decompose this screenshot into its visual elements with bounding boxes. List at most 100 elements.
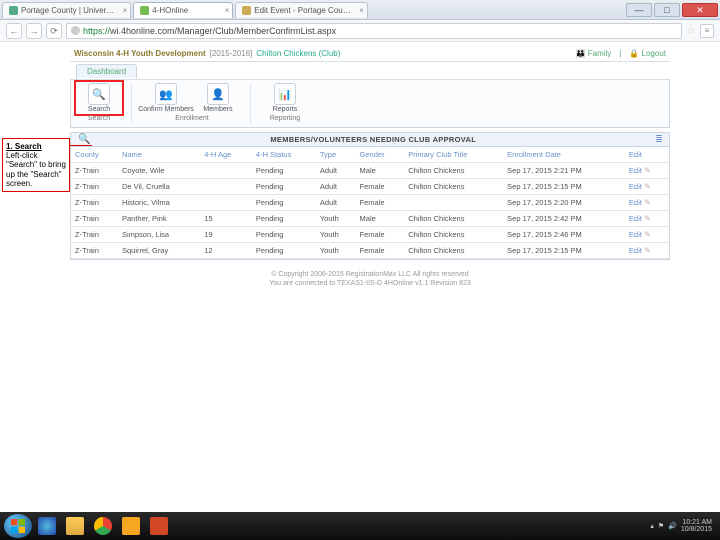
- tab-label: Edit Event - Portage Cou…: [254, 6, 351, 15]
- chrome-menu-icon[interactable]: ≡: [700, 24, 714, 38]
- cell-club: Chilton Chickens: [404, 227, 503, 243]
- tab-dashboard[interactable]: Dashboard: [76, 64, 137, 79]
- pencil-icon: ✎: [642, 214, 651, 223]
- ribbon-label: Reports: [273, 106, 298, 113]
- address-bar-row: ← → ⟳ https:// wi.4honline.com/Manager/C…: [0, 20, 720, 42]
- col-type[interactable]: Type: [316, 147, 356, 163]
- system-clock[interactable]: 10:21 AM 10/8/2015: [681, 519, 712, 533]
- nav-forward-button[interactable]: →: [26, 23, 42, 39]
- edit-link[interactable]: Edit ✎: [629, 214, 651, 223]
- chart-icon: 📊: [274, 83, 296, 105]
- ribbon-members-button[interactable]: 👤 Members: [196, 83, 240, 113]
- bookmark-star-icon[interactable]: ☆: [686, 24, 696, 37]
- tab-close-icon[interactable]: ×: [359, 6, 364, 15]
- tray-up-icon[interactable]: ▴: [650, 522, 654, 530]
- footer-copyright: © Copyright 2006-2015 RegistrationMax LL…: [70, 270, 670, 279]
- cell-county: Z-Train: [71, 227, 118, 243]
- edit-link[interactable]: Edit ✎: [629, 166, 651, 175]
- cell-club: Chilton Chickens: [404, 179, 503, 195]
- logout-link[interactable]: 🔒 Logout: [629, 49, 666, 58]
- chrome-extension-icons: ≡: [700, 24, 714, 38]
- taskbar-chrome[interactable]: [90, 514, 116, 538]
- cell-status: Pending: [252, 211, 316, 227]
- cell-gender: Female: [356, 227, 405, 243]
- cell-status: Pending: [252, 227, 316, 243]
- ribbon-group-label: Reporting: [270, 115, 300, 122]
- col-gender[interactable]: Gender: [356, 147, 405, 163]
- cell-edit: Edit ✎: [625, 227, 669, 243]
- reload-button[interactable]: ⟳: [46, 23, 62, 39]
- taskbar-ie[interactable]: [34, 514, 60, 538]
- edit-link[interactable]: Edit ✎: [629, 198, 651, 207]
- taskbar-powerpoint[interactable]: [146, 514, 172, 538]
- nav-back-button[interactable]: ←: [6, 23, 22, 39]
- col-enroll[interactable]: Enrollment Date: [503, 147, 625, 163]
- tab-label: Portage County | Univer…: [21, 6, 114, 15]
- ribbon-confirm-button[interactable]: 👥 Confirm Members: [144, 83, 188, 113]
- cell-edit: Edit ✎: [625, 211, 669, 227]
- tab-close-icon[interactable]: ×: [225, 6, 230, 15]
- ribbon-group-enrollment: 👥 Confirm Members 👤 Members Enrollment: [144, 83, 251, 124]
- favicon: [9, 6, 18, 15]
- ribbon: 🔍 Search Search 👥 Confirm Members 👤 Memb…: [70, 80, 670, 128]
- cell-club: Chilton Chickens: [404, 163, 503, 179]
- cell-enroll: Sep 17, 2015 2:20 PM: [503, 195, 625, 211]
- cell-edit: Edit ✎: [625, 163, 669, 179]
- col-county[interactable]: County: [71, 147, 118, 163]
- tab-label: 4-HOnline: [152, 6, 188, 15]
- cell-name: Historic, Vilma: [118, 195, 200, 211]
- ribbon-reports-button[interactable]: 📊 Reports: [263, 83, 307, 113]
- family-link[interactable]: 👪 Family: [576, 49, 612, 58]
- tab-close-icon[interactable]: ×: [123, 6, 128, 15]
- col-age[interactable]: 4-H Age: [200, 147, 252, 163]
- browser-tab[interactable]: 4-HOnline ×: [133, 2, 233, 18]
- col-name[interactable]: Name: [118, 147, 200, 163]
- cell-gender: Male: [356, 163, 405, 179]
- tray-flag-icon[interactable]: ⚑: [658, 522, 664, 530]
- cell-gender: Female: [356, 179, 405, 195]
- clock-time: 10:21 AM: [681, 519, 712, 526]
- cell-edit: Edit ✎: [625, 179, 669, 195]
- edit-link[interactable]: Edit ✎: [629, 246, 651, 255]
- window-max-button[interactable]: □: [654, 3, 680, 17]
- org-title: Wisconsin 4-H Youth Development: [74, 49, 206, 58]
- cell-status: Pending: [252, 179, 316, 195]
- cell-status: Pending: [252, 163, 316, 179]
- edit-link[interactable]: Edit ✎: [629, 230, 651, 239]
- cell-club: Chilton Chickens: [404, 243, 503, 259]
- window-min-button[interactable]: —: [626, 3, 652, 17]
- cell-age: 12: [200, 243, 252, 259]
- address-bar[interactable]: https:// wi.4honline.com/Manager/Club/Me…: [66, 23, 682, 39]
- table-row: Z-TrainHistoric, VilmaPendingAdultFemale…: [71, 195, 669, 211]
- pencil-icon: ✎: [642, 246, 651, 255]
- instruction-callout: 1. Search Left-click "Search" to bring u…: [2, 138, 70, 192]
- start-button[interactable]: [4, 514, 32, 538]
- page-content: Wisconsin 4-H Youth Development [2015-20…: [0, 42, 720, 288]
- taskbar-outlook[interactable]: [118, 514, 144, 538]
- cell-county: Z-Train: [71, 163, 118, 179]
- cell-club: Chilton Chickens: [404, 211, 503, 227]
- cell-edit: Edit ✎: [625, 195, 669, 211]
- ribbon-group-reporting: 📊 Reports Reporting: [263, 83, 317, 124]
- edit-link[interactable]: Edit ✎: [629, 182, 651, 191]
- taskbar-explorer[interactable]: [62, 514, 88, 538]
- panel-lines-icon[interactable]: ≣: [652, 134, 666, 145]
- tray-volume-icon[interactable]: 🔊: [668, 522, 677, 530]
- cell-type: Youth: [316, 243, 356, 259]
- clock-date: 10/8/2015: [681, 526, 712, 533]
- browser-tab[interactable]: Edit Event - Portage Cou… ×: [235, 2, 368, 18]
- cell-status: Pending: [252, 195, 316, 211]
- panel-search-icon[interactable]: 🔍: [74, 134, 94, 145]
- cell-status: Pending: [252, 243, 316, 259]
- members-panel: 🔍 MEMBERS/VOLUNTEERS NEEDING CLUB APPROV…: [70, 132, 670, 260]
- ssl-icon: [71, 26, 80, 35]
- browser-tab[interactable]: Portage County | Univer… ×: [2, 2, 131, 18]
- cell-county: Z-Train: [71, 195, 118, 211]
- ribbon-group-label: Search: [88, 115, 110, 122]
- browser-titlebar: Portage County | Univer… × 4-HOnline × E…: [0, 0, 720, 20]
- window-close-button[interactable]: ✕: [682, 3, 718, 17]
- col-club[interactable]: Primary Club Title: [404, 147, 503, 163]
- ribbon-search-button[interactable]: 🔍 Search: [77, 83, 121, 113]
- cell-type: Adult: [316, 163, 356, 179]
- col-status[interactable]: 4-H Status: [252, 147, 316, 163]
